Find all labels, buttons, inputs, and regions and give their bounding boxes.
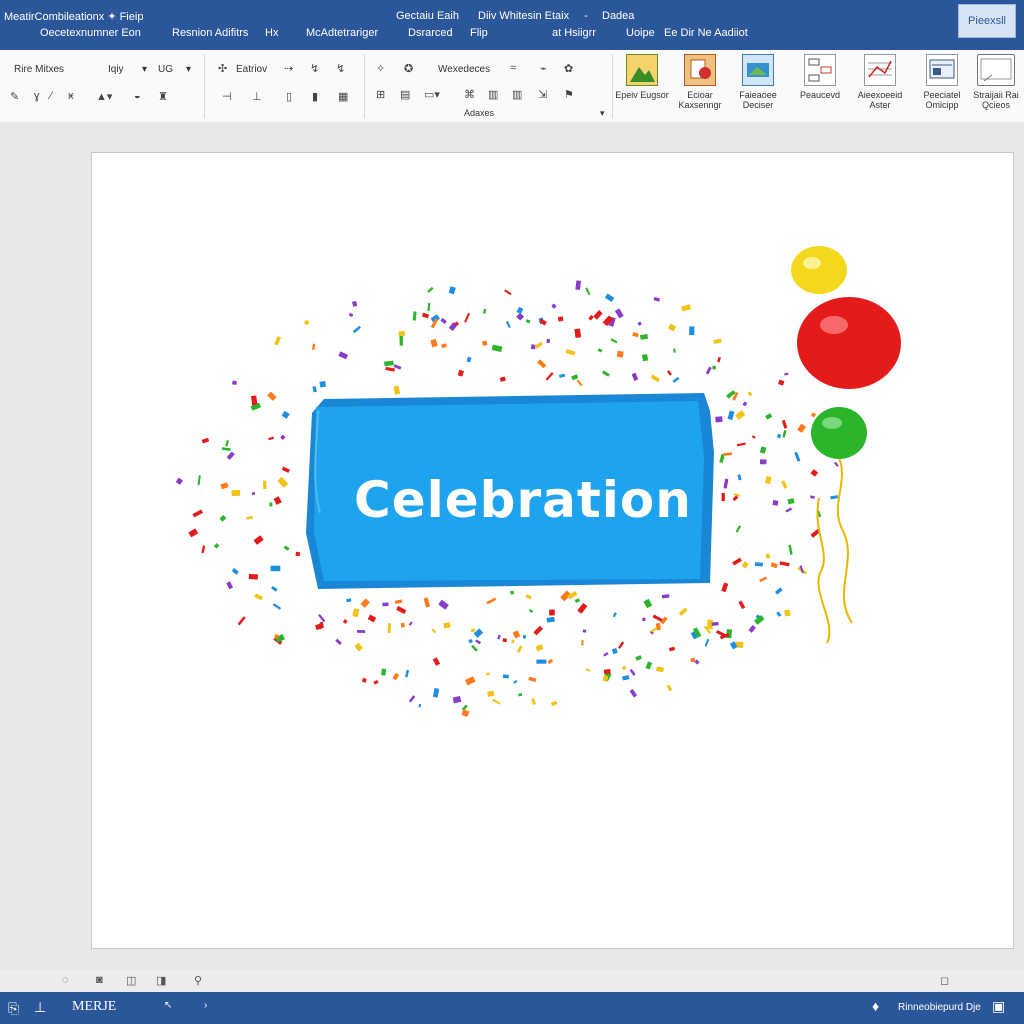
menu-item-7[interactable]: Uoipe — [626, 27, 655, 39]
picture-icon — [626, 54, 658, 86]
menu-item-4[interactable]: Dsrarced — [408, 27, 453, 39]
cursor-icon: ↖ — [164, 1000, 173, 1011]
insert-chart-button[interactable]: Aieexoeeid Aster — [852, 54, 908, 110]
insert-clipart-button[interactable]: Ecioar Kaxsenngr — [672, 54, 728, 110]
menu-item-2[interactable]: Hx — [265, 27, 278, 39]
view-controls: ◌ ◙ ◫ ◨ ⚲ ◻ — [0, 970, 1024, 992]
lightbulb-icon[interactable]: ♦ — [872, 998, 879, 1014]
font-size-select[interactable]: Iqiy — [108, 64, 124, 75]
document-page[interactable]: Celebration — [91, 152, 1014, 949]
insert-screenshot-button[interactable]: Peeciatel Omicipp — [914, 54, 970, 110]
app-title: MeatirCombileationx ✦ Fieip — [4, 11, 144, 23]
view-icon-1[interactable]: ◌ — [62, 974, 69, 986]
form-icon[interactable]: ▭▾ — [424, 88, 440, 101]
proofing-icon[interactable]: ⊥ — [34, 999, 46, 1016]
screenshot-icon — [926, 54, 958, 86]
list-icon[interactable]: ✣ — [218, 62, 227, 75]
indent-icon[interactable]: ⇢ — [284, 62, 293, 75]
view-icon-2[interactable]: ◙ — [96, 974, 103, 986]
chart-icon — [864, 54, 896, 86]
smartart-icon — [804, 54, 836, 86]
chevron-down-icon[interactable]: ▾ — [186, 64, 191, 75]
shapes-icon — [742, 54, 774, 86]
insert-smartart-button[interactable]: Peaucevd — [792, 54, 848, 100]
tab-left[interactable]: Oecetexnumner Eon — [40, 27, 141, 39]
font-name-select[interactable]: Rire Mitxes — [14, 64, 64, 75]
style-icon-1[interactable]: ✧ — [376, 62, 385, 75]
style-icon-2[interactable]: ✪ — [404, 62, 413, 75]
styles-label[interactable]: Wexedeces — [438, 64, 490, 75]
symbol-icon[interactable]: ⌘ — [464, 88, 475, 101]
status-mode: MERJE — [72, 999, 117, 1014]
textbox-icon — [977, 54, 1015, 86]
pilcrow-icon[interactable]: ↯ — [336, 62, 345, 75]
strike-icon[interactable]: ӿ — [68, 90, 74, 102]
page-icon[interactable]: ⎘ — [8, 1000, 19, 1017]
styles-group: ✧ ✪ Wexedeces ≈ ⌁ ✿ ⊞ ▤ ▭▾ ⌘ ▥ ▥ ⇲ ⚑ Ada… — [366, 54, 613, 118]
green-balloon — [811, 407, 867, 459]
balloons-graphic — [791, 246, 901, 644]
shading-icon[interactable]: ▦ — [338, 90, 348, 103]
folder-icon[interactable]: ▤ — [400, 88, 410, 101]
eraser-icon[interactable]: ◒ — [134, 90, 141, 102]
style-icon-5[interactable]: ✿ — [564, 62, 573, 75]
brush-icon[interactable]: ✎ — [10, 90, 19, 103]
cursor-icon[interactable]: ⇲ — [538, 88, 547, 101]
align-right-icon[interactable]: ▯ — [286, 90, 292, 103]
insert-shapes-button[interactable]: Faieaoee Deciser — [730, 54, 786, 110]
resize-icon[interactable]: ◻ — [940, 974, 949, 987]
document-icon[interactable]: ▣ — [992, 998, 1005, 1015]
tab-center-2[interactable]: Diiv Whitesin Etaix — [478, 10, 569, 22]
bold-icon[interactable]: ɣ — [34, 90, 40, 102]
view-icon-3[interactable]: ◫ — [126, 974, 136, 987]
table-icon[interactable]: ⊞ — [376, 88, 385, 101]
style-icon-4[interactable]: ⌁ — [540, 62, 547, 75]
case-icon[interactable]: ♜ — [158, 90, 168, 103]
paragraph-label[interactable]: Eatriov — [236, 64, 267, 75]
view-icon-5[interactable]: ⚲ — [194, 974, 202, 987]
tab-center-1[interactable]: Gectaiu Eaih — [396, 10, 459, 22]
align-left-icon[interactable]: ⊣ — [222, 90, 232, 103]
menu-item-8[interactable]: Ee Dir Ne Aadiiot — [664, 27, 748, 39]
chevron-down-icon[interactable]: ▾ — [142, 64, 147, 75]
font-group: Rire Mitxes Iqiy ▾ UG ▾ ✎ ɣ ⁄ ӿ ▲▾ ◒ ♜ — [0, 54, 205, 118]
paragraph-group: ✣ Eatriov ⇢ ↯ ↯ ⊣ ⊥ ▯ ▮ ▦ — [206, 54, 365, 118]
status-right-text: Rinneobiepurd Dje — [898, 1002, 981, 1013]
title-bar: MeatirCombileationx ✦ Fieip Oecetexnumne… — [0, 0, 1024, 50]
menu-item-1[interactable]: Resnion Adifitrs — [172, 27, 248, 39]
expand-icon[interactable]: ▾ — [600, 108, 605, 119]
italic-icon[interactable]: ⁄ — [50, 90, 52, 102]
sort-icon[interactable]: ↯ — [310, 62, 319, 75]
flag-icon[interactable]: ⚑ — [564, 88, 574, 101]
menu-item-3[interactable]: McAdtetrariger — [306, 27, 378, 39]
justify-icon[interactable]: ▮ — [312, 90, 318, 103]
red-balloon — [797, 297, 901, 389]
style-icon-3[interactable]: ≈ — [510, 62, 516, 74]
highlight-icon[interactable]: ▲▾ — [96, 90, 112, 103]
yellow-balloon — [791, 246, 847, 294]
column-icon[interactable]: ▥ — [512, 88, 522, 101]
view-icon-4[interactable]: ◨ — [156, 974, 166, 987]
banner-text: Celebration — [354, 471, 692, 529]
insert-textbox-button[interactable]: Straijaii Rai Qcieos — [968, 54, 1024, 110]
caret-icon: › — [204, 1000, 208, 1011]
font-control[interactable]: UG — [158, 64, 173, 75]
align-center-icon[interactable]: ⊥ — [252, 90, 262, 103]
share-button[interactable]: Pieexsll — [958, 4, 1016, 38]
group-label: Adaxes — [464, 108, 495, 118]
menu-item-6[interactable]: at Hsiigrr — [552, 27, 596, 39]
confetti-graphic — [175, 246, 901, 717]
clipart-icon — [684, 54, 716, 86]
menu-item-5[interactable]: Flip — [470, 27, 488, 39]
tab-right-1[interactable]: Dadea — [602, 10, 634, 22]
status-bar: ⎘ ⊥ MERJE ↖ › ♦ Rinneobiepurd Dje ▣ — [0, 992, 1024, 1024]
grid-icon[interactable]: ▥ — [488, 88, 498, 101]
insert-picture-button[interactable]: Epeiv Eugsor — [614, 54, 670, 100]
ribbon: Rire Mitxes Iqiy ▾ UG ▾ ✎ ɣ ⁄ ӿ ▲▾ ◒ ♜ ✣… — [0, 50, 1024, 123]
